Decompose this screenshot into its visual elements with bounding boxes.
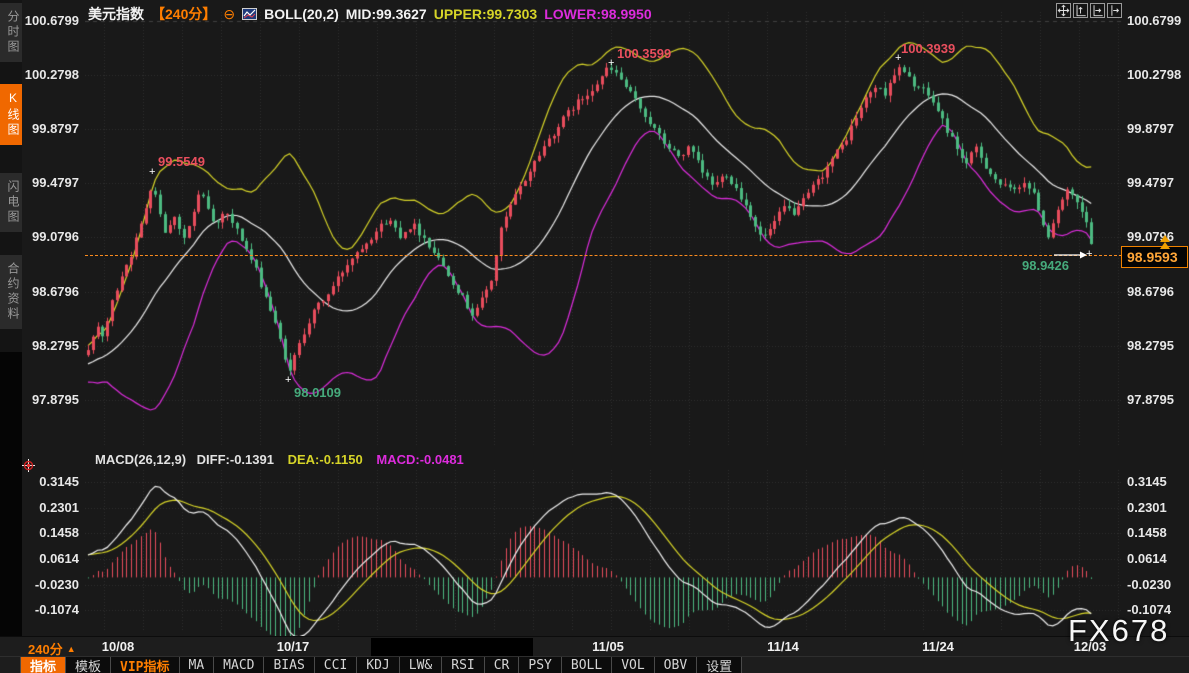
shift-right-button[interactable]	[1107, 3, 1122, 18]
axis-tick-label: 0.0614	[1127, 551, 1167, 567]
extreme-cross-marker: +	[895, 54, 901, 63]
extreme-cross-marker: +	[149, 168, 155, 177]
pan-tool-button[interactable]	[1056, 3, 1071, 18]
price-annotation: 98.0109	[294, 385, 341, 400]
price-annotation: 99.5549	[158, 154, 205, 169]
price-annotation: 98.9426	[1022, 258, 1069, 273]
indicator-chart-icon[interactable]	[242, 8, 257, 20]
pan-tool-icon	[1057, 3, 1070, 18]
toolbar-item-1[interactable]: 模板	[65, 657, 110, 673]
toolbar-item-4[interactable]: MACD	[213, 657, 263, 673]
zoom-vertical-icon	[1074, 3, 1087, 18]
boll-mid-value: MID:99.3627	[346, 6, 427, 22]
toolbar-item-10[interactable]: CR	[484, 657, 519, 673]
time-axis-row: 240分▲ 10/0810/1711/0511/1411/2412/03	[0, 636, 1189, 656]
indicator-crosshair-icon[interactable]	[22, 459, 35, 472]
collapse-icon[interactable]: ⊖	[223, 8, 235, 20]
trading-terminal-window: 分时图 K线图闪电图合约资料 美元指数 【240分】 ⊖ BOLL(20,2) M…	[0, 0, 1189, 673]
chart-tool-buttons	[1056, 3, 1122, 18]
toolbar-item-12[interactable]: BOLL	[561, 657, 611, 673]
axis-tick-label: 98.6796	[1127, 284, 1174, 300]
toolbar-item-6[interactable]: CCI	[314, 657, 356, 673]
axis-tick-label: 98.2795	[1127, 338, 1174, 354]
sidebar-item-1[interactable]: 分时图	[0, 3, 22, 62]
boll-indicator-label: BOLL(20,2)	[264, 6, 339, 22]
axis-tick-label: 0.1458	[1127, 525, 1167, 541]
toolbar-item-14[interactable]: OBV	[654, 657, 696, 673]
axis-tick-label: 97.8795	[1127, 392, 1174, 408]
axis-tick-label: 0.2301	[1127, 500, 1167, 516]
toolbar-item-3[interactable]: MA	[179, 657, 214, 673]
price-pointer-arrow-icon	[1054, 250, 1088, 260]
right-price-axis: 100.6799100.279899.879799.479799.079698.…	[1127, 0, 1189, 636]
caret-up-icon: ▲	[67, 644, 76, 654]
date-tick-label: 10/17	[277, 639, 310, 654]
indicator-toolbar: 指标模板VIP指标MAMACDBIASCCIKDJLW&RSICRPSYBOLL…	[0, 656, 1189, 673]
toolbar-item-0[interactable]: 指标	[20, 657, 65, 673]
axis-tick-label: 99.4797	[1127, 175, 1174, 191]
macd-macd-value: MACD:-0.0481	[376, 452, 463, 467]
shift-right-icon	[1108, 3, 1121, 18]
toolbar-item-13[interactable]: VOL	[611, 657, 653, 673]
boll-lower-value: LOWER:98.9950	[544, 6, 651, 22]
current-price-line	[85, 255, 1122, 256]
axis-tick-label: 99.8797	[1127, 121, 1174, 137]
date-tick-label: 11/24	[922, 639, 954, 654]
left-sidebar: 分时图 K线图闪电图合约资料	[0, 0, 22, 636]
sidebar-spacer	[0, 352, 22, 636]
axis-tick-label: 0.3145	[1127, 474, 1167, 490]
price-annotation: 100.3599	[617, 46, 671, 61]
toolbar-item-15[interactable]: 设置	[696, 657, 742, 673]
price-up-arrow-icon	[1160, 242, 1170, 249]
toolbar-item-11[interactable]: PSY	[518, 657, 560, 673]
sidebar-item-3[interactable]: 闪电图	[0, 173, 22, 232]
current-price-box: 98.9593	[1121, 246, 1188, 268]
period-label: 【240分】	[151, 4, 216, 24]
macd-header: MACD(26,12,9) DIFF:-0.1391 DEA:-0.1150 M…	[95, 452, 464, 467]
zoom-vertical-button[interactable]	[1073, 3, 1088, 18]
toolbar-item-2[interactable]: VIP指标	[110, 657, 178, 673]
extreme-cross-marker: +	[608, 59, 614, 68]
extreme-cross-marker: +	[285, 376, 291, 385]
symbol-title: 美元指数	[88, 4, 144, 24]
axis-tick-label: 100.2798	[1127, 67, 1181, 83]
axis-tick-label: 100.6799	[1127, 13, 1181, 29]
date-tick-label: 10/08	[102, 639, 135, 654]
sidebar-item-2[interactable]: K线图	[0, 84, 22, 145]
chart-plot-area[interactable]	[85, 0, 1122, 636]
date-tick-label: 11/05	[592, 639, 624, 654]
zoom-horizontal-icon	[1091, 3, 1104, 18]
sidebar-item-4[interactable]: 合约资料	[0, 255, 22, 329]
date-tick-label: 11/14	[767, 639, 799, 654]
zoom-horizontal-button[interactable]	[1090, 3, 1105, 18]
toolbar-item-8[interactable]: LW&	[399, 657, 441, 673]
macd-diff-value: DIFF:-0.1391	[197, 452, 274, 467]
macd-dea-value: DEA:-0.1150	[288, 452, 363, 467]
toolbar-item-9[interactable]: RSI	[441, 657, 483, 673]
axis-scrollbar[interactable]	[371, 638, 533, 657]
price-annotation: 100.3939	[901, 41, 955, 56]
toolbar-item-7[interactable]: KDJ	[356, 657, 398, 673]
price-up-arrow-icon	[1160, 235, 1170, 242]
toolbar-item-5[interactable]: BIAS	[263, 657, 313, 673]
watermark-logo: FX678	[1068, 613, 1169, 649]
macd-title: MACD(26,12,9)	[95, 452, 186, 467]
chart-header: 美元指数 【240分】 ⊖ BOLL(20,2) MID:99.3627 UPP…	[88, 5, 652, 23]
axis-tick-label: -0.0230	[1127, 577, 1171, 593]
boll-upper-value: UPPER:99.7303	[434, 6, 538, 22]
